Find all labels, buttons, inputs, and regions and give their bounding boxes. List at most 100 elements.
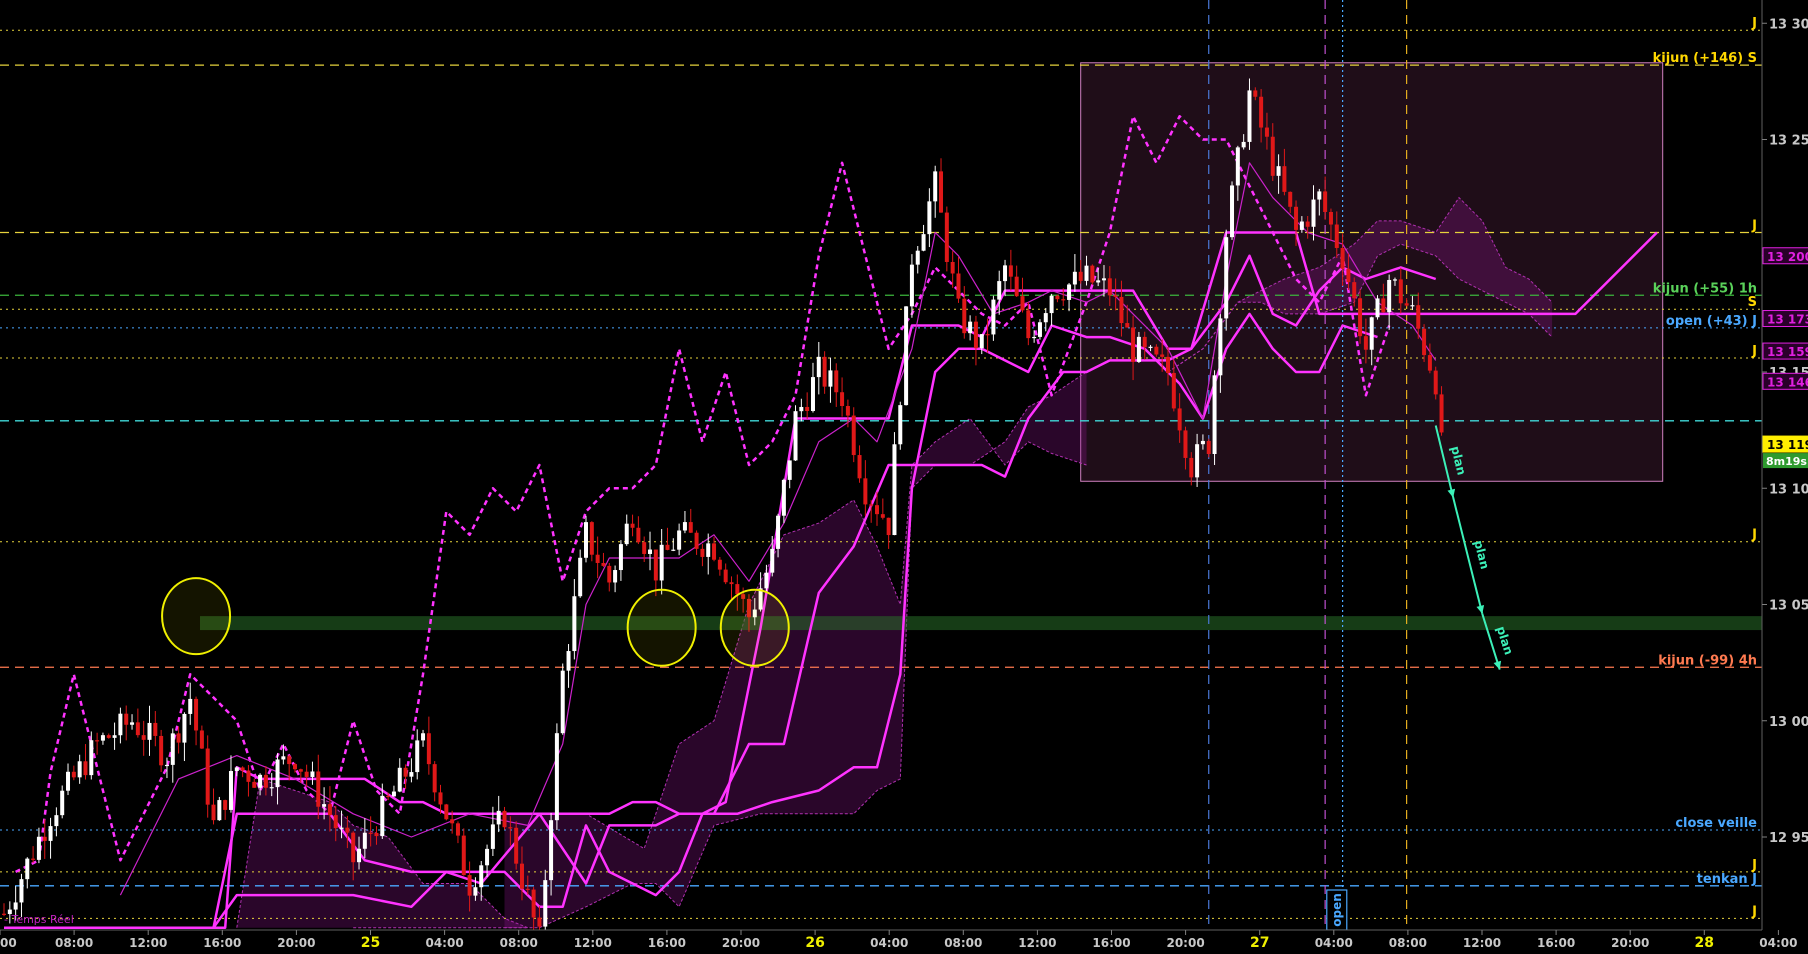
candle-body bbox=[217, 800, 222, 821]
candle-body bbox=[287, 756, 292, 765]
candle-body bbox=[19, 879, 24, 903]
candle-body bbox=[1358, 298, 1363, 337]
candle-body bbox=[613, 570, 618, 583]
x-tick-label: 12:00 bbox=[1018, 936, 1056, 950]
candle-body bbox=[1160, 354, 1165, 357]
x-tick-label: 04:00 bbox=[1759, 936, 1797, 950]
candle-body bbox=[712, 543, 717, 560]
x-tick-label: 28 bbox=[1695, 935, 1714, 951]
y-tick-label: 12 950 bbox=[1769, 831, 1808, 846]
range-box bbox=[1080, 62, 1664, 482]
candle-body bbox=[1381, 298, 1386, 313]
candle-body bbox=[578, 557, 583, 597]
candle-body bbox=[1032, 336, 1037, 339]
candle-body bbox=[351, 832, 356, 863]
countdown-label: 8m19s bbox=[1766, 455, 1807, 468]
candle-body bbox=[816, 356, 821, 378]
candle-body bbox=[1049, 295, 1054, 314]
candle-body bbox=[1177, 408, 1182, 431]
candle-body bbox=[915, 250, 920, 265]
candle-body bbox=[246, 770, 251, 782]
candle-body bbox=[1113, 295, 1118, 297]
candle-body bbox=[432, 764, 437, 793]
candle-body bbox=[554, 733, 559, 821]
candle-body bbox=[1183, 430, 1188, 458]
candle-body bbox=[42, 836, 47, 841]
candle-body bbox=[909, 264, 914, 307]
x-tick-label: 20:00 bbox=[277, 936, 315, 950]
x-tick-label: 04:00 bbox=[870, 936, 908, 950]
candle-body bbox=[1107, 278, 1112, 296]
candle-body bbox=[1410, 305, 1415, 307]
candle-body bbox=[1008, 265, 1013, 277]
candle-body bbox=[1317, 191, 1322, 200]
candle-body bbox=[36, 836, 41, 860]
candle-body bbox=[968, 321, 973, 334]
candle-body bbox=[1189, 457, 1194, 478]
candle-body bbox=[834, 370, 839, 393]
candle-body bbox=[857, 455, 862, 479]
candle-body bbox=[1253, 90, 1258, 97]
candle-body bbox=[228, 771, 233, 810]
candle-body bbox=[566, 651, 571, 671]
candle-body bbox=[455, 823, 460, 836]
candle-body bbox=[717, 559, 722, 570]
candle-body bbox=[281, 756, 286, 760]
level-label: J bbox=[1751, 16, 1757, 31]
candle-body bbox=[764, 572, 769, 589]
candle-body bbox=[1375, 298, 1380, 318]
candle-body bbox=[1311, 199, 1316, 227]
candle-body bbox=[776, 515, 781, 549]
x-tick-label: 27 bbox=[1250, 935, 1269, 951]
x-tick-label: 16:00 bbox=[648, 936, 686, 950]
level-label: J bbox=[1751, 858, 1757, 873]
candle-body bbox=[77, 761, 82, 778]
candle-body bbox=[1061, 299, 1066, 301]
candle-body bbox=[71, 771, 76, 778]
candle-body bbox=[688, 522, 693, 533]
candle-body bbox=[805, 406, 810, 411]
candle-body bbox=[1422, 328, 1427, 356]
candle-body bbox=[921, 234, 926, 251]
candle-body bbox=[386, 795, 391, 798]
price-tag-label: 13 173 bbox=[1767, 313, 1808, 327]
candle-body bbox=[310, 771, 315, 777]
candle-body bbox=[89, 740, 94, 776]
candle-body bbox=[263, 774, 268, 788]
candle-body bbox=[1131, 327, 1136, 362]
candle-body bbox=[240, 767, 245, 771]
candle-body bbox=[368, 832, 373, 834]
candle-body bbox=[409, 772, 414, 777]
candle-body bbox=[83, 761, 88, 776]
candle-body bbox=[939, 171, 944, 213]
candle-body bbox=[1294, 206, 1299, 230]
level-label: tenkan J bbox=[1697, 872, 1757, 887]
candle-body bbox=[514, 827, 519, 864]
candle-body bbox=[653, 549, 658, 581]
candle-body bbox=[927, 201, 932, 235]
candle-body bbox=[176, 733, 181, 743]
candle-body bbox=[1247, 90, 1252, 142]
candle-body bbox=[473, 887, 478, 896]
level-label: J bbox=[1751, 904, 1757, 919]
candle-body bbox=[781, 479, 786, 516]
candle-body bbox=[357, 848, 362, 863]
x-tick-label: 08:00 bbox=[944, 936, 982, 950]
candle-body bbox=[13, 902, 18, 910]
candle-body bbox=[1195, 444, 1200, 478]
candle-body bbox=[194, 698, 199, 731]
x-tick-label: 20:00 bbox=[722, 936, 760, 950]
candle-body bbox=[694, 532, 699, 549]
candle-body bbox=[153, 722, 158, 736]
candle-body bbox=[1072, 271, 1077, 285]
candle-body bbox=[275, 759, 280, 788]
candle-body bbox=[642, 542, 647, 554]
candle-body bbox=[543, 880, 548, 927]
x-tick-label: 16:00 bbox=[1092, 936, 1130, 950]
candle-body bbox=[1142, 336, 1147, 348]
candle-body bbox=[560, 670, 565, 734]
support-zone bbox=[200, 616, 1762, 631]
candle-body bbox=[48, 826, 53, 841]
candle-body bbox=[787, 460, 792, 480]
candle-body bbox=[170, 733, 175, 765]
